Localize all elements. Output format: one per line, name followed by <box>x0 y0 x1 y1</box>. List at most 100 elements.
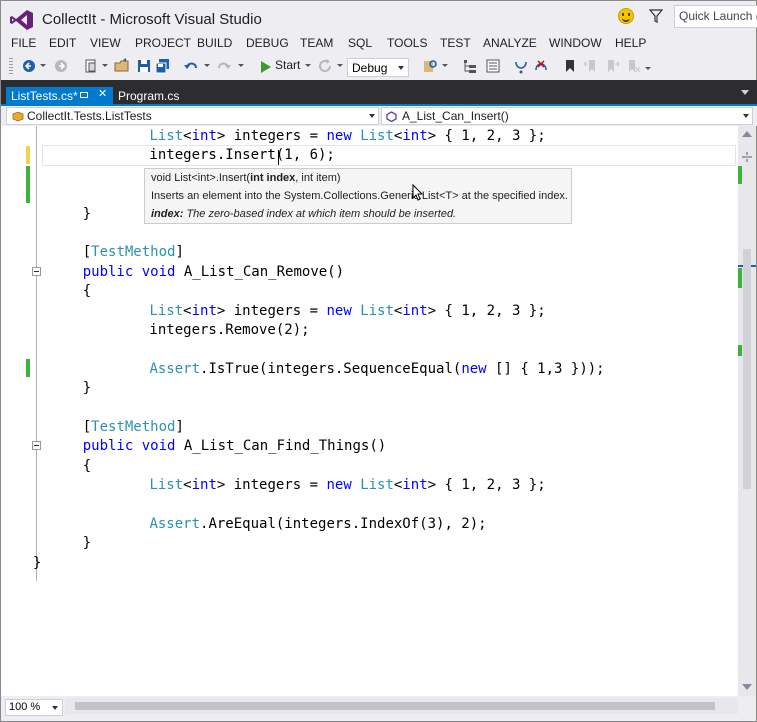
tab-listtests[interactable]: ListTests.cs* <box>6 87 113 104</box>
split-editor-icon[interactable] <box>742 152 752 162</box>
navigation-bar: CollectIt.Tests.ListTests A_List_Can_Ins… <box>1 106 757 126</box>
back-dropdown-icon[interactable] <box>40 64 46 67</box>
collapse-icon[interactable] <box>32 441 41 450</box>
new-project-icon[interactable] <box>83 58 99 74</box>
menu-analyze[interactable]: ANALYZE <box>483 36 537 50</box>
tab-overflow-dropdown-icon[interactable] <box>741 90 749 95</box>
member-dropdown-label: A_List_Can_Insert() <box>402 109 509 123</box>
code-line: } <box>49 535 92 552</box>
find-dropdown-icon[interactable] <box>442 64 448 67</box>
save-all-icon[interactable] <box>155 58 171 74</box>
start-dropdown-icon[interactable] <box>305 64 311 67</box>
menu-file[interactable]: FILE <box>11 36 36 50</box>
code-line: List<int> integers = new List<int> { 1, … <box>149 302 546 319</box>
scroll-down-icon[interactable] <box>742 684 752 690</box>
clear-bookmarks-icon[interactable] <box>625 58 641 74</box>
horizontal-scrollbar[interactable] <box>65 698 738 714</box>
collapse-icon[interactable] <box>32 267 41 276</box>
toolbar-overflow-icon[interactable] <box>645 67 651 70</box>
title-bar: CollectIt - Microsoft Visual Studio Quic… <box>1 1 757 34</box>
menu-window[interactable]: WINDOW <box>549 36 602 50</box>
tab-program[interactable]: Program.cs <box>113 87 179 104</box>
new-dropdown-icon[interactable] <box>102 64 108 67</box>
code-line: } <box>16 554 42 571</box>
horizontal-scroll-thumb[interactable] <box>75 702 715 710</box>
outlining-line <box>36 126 37 581</box>
code-line: Assert.IsTrue(integers.SequenceEqual(new… <box>149 360 605 377</box>
properties-window-icon[interactable] <box>485 58 501 74</box>
find-in-files-icon[interactable] <box>422 58 438 74</box>
saved-change-marker <box>26 359 30 377</box>
method-icon <box>386 111 397 122</box>
code-line: { <box>49 283 92 300</box>
code-line: List<int> integers = new List<int> { 1, … <box>149 128 546 144</box>
scroll-up-icon[interactable] <box>742 131 752 137</box>
menu-view[interactable]: VIEW <box>90 36 121 50</box>
member-dropdown[interactable]: A_List_Can_Insert() <box>381 107 753 125</box>
notifications-flag-icon[interactable] <box>649 9 663 23</box>
code-line: } <box>49 380 92 397</box>
code-line: Assert.AreEqual(integers.IndexOf(3), 2); <box>149 516 487 532</box>
feedback-smiley-icon[interactable] <box>618 8 634 24</box>
previous-bookmark-icon[interactable] <box>583 58 599 74</box>
code-editor[interactable]: List<int> integers = new List<int> { 1, … <box>1 126 738 696</box>
vertical-scrollbar[interactable] <box>738 126 756 696</box>
refresh-dropdown-icon[interactable] <box>337 64 343 67</box>
start-debugging-button[interactable]: Start <box>259 58 300 76</box>
navigate-back-icon[interactable] <box>21 58 37 74</box>
zoom-level-label: 100 % <box>9 701 41 713</box>
code-line: [TestMethod] <box>49 419 184 435</box>
tooltip-parameter: index: The zero-based index at which ite… <box>151 208 457 220</box>
menu-help[interactable]: HELP <box>615 36 646 50</box>
close-tab-icon[interactable]: ✕ <box>98 87 107 100</box>
menu-tools[interactable]: TOOLS <box>387 36 427 50</box>
menu-bar: FILE EDIT VIEW PROJECT BUILD DEBUG TEAM … <box>1 34 757 54</box>
undo-dropdown-icon[interactable] <box>204 64 210 67</box>
code-line: { <box>49 457 92 474</box>
tooltip-description: Inserts an element into the System.Colle… <box>151 190 568 202</box>
code-line: public void A_List_Can_Find_Things() <box>82 438 387 455</box>
solution-explorer-icon[interactable] <box>462 58 478 74</box>
menu-team[interactable]: TEAM <box>300 36 333 50</box>
menu-project[interactable]: PROJECT <box>135 36 191 50</box>
scroll-change-marker <box>738 166 742 184</box>
scroll-thumb[interactable] <box>743 249 751 489</box>
refresh-icon[interactable] <box>317 58 333 74</box>
unsaved-change-marker <box>26 146 30 164</box>
saved-change-marker <box>26 166 30 203</box>
standard-toolbar: Start Debug <box>1 55 757 80</box>
scroll-change-marker <box>738 345 742 356</box>
scroll-change-marker <box>738 268 742 288</box>
pin-tab-icon[interactable] <box>80 92 88 98</box>
bookmark-icon[interactable] <box>562 58 578 74</box>
save-icon[interactable] <box>136 58 152 74</box>
undo-icon[interactable] <box>183 58 199 74</box>
menu-debug[interactable]: DEBUG <box>246 36 289 50</box>
code-line: integers.Insert(1, 6); <box>82 147 335 164</box>
visual-studio-logo-icon <box>10 10 33 30</box>
navigate-forward-icon[interactable] <box>53 58 69 74</box>
code-line: } <box>49 205 92 222</box>
parameter-info-tooltip: void List<int>.Insert(int index, int ite… <box>144 168 572 224</box>
menu-sql[interactable]: SQL <box>348 36 372 50</box>
zoom-level-select[interactable]: 100 % <box>5 699 63 716</box>
code-line: public void A_List_Can_Remove() <box>82 263 345 280</box>
step-into-icon[interactable] <box>513 58 529 74</box>
toolbar-grip[interactable] <box>9 58 13 76</box>
quick-launch-input[interactable]: Quick Launch (Ctrl+Q) <box>674 5 757 28</box>
open-file-icon[interactable] <box>114 58 130 74</box>
step-out-icon[interactable] <box>533 58 549 74</box>
next-bookmark-icon[interactable] <box>604 58 620 74</box>
solution-configuration-select[interactable]: Debug <box>347 58 409 77</box>
type-dropdown[interactable]: CollectIt.Tests.ListTests <box>6 107 379 125</box>
menu-test[interactable]: TEST <box>440 36 471 50</box>
editor-margin <box>1 126 41 696</box>
vs-window: CollectIt - Microsoft Visual Studio Quic… <box>0 0 757 722</box>
code-line: integers.Remove(2); <box>82 322 310 338</box>
menu-edit[interactable]: EDIT <box>49 36 76 50</box>
window-title: CollectIt - Microsoft Visual Studio <box>42 11 262 28</box>
redo-icon[interactable] <box>216 58 232 74</box>
menu-build[interactable]: BUILD <box>197 36 232 50</box>
redo-dropdown-icon[interactable] <box>238 64 244 67</box>
code-line: List<int> integers = new List<int> { 1, … <box>149 477 546 494</box>
